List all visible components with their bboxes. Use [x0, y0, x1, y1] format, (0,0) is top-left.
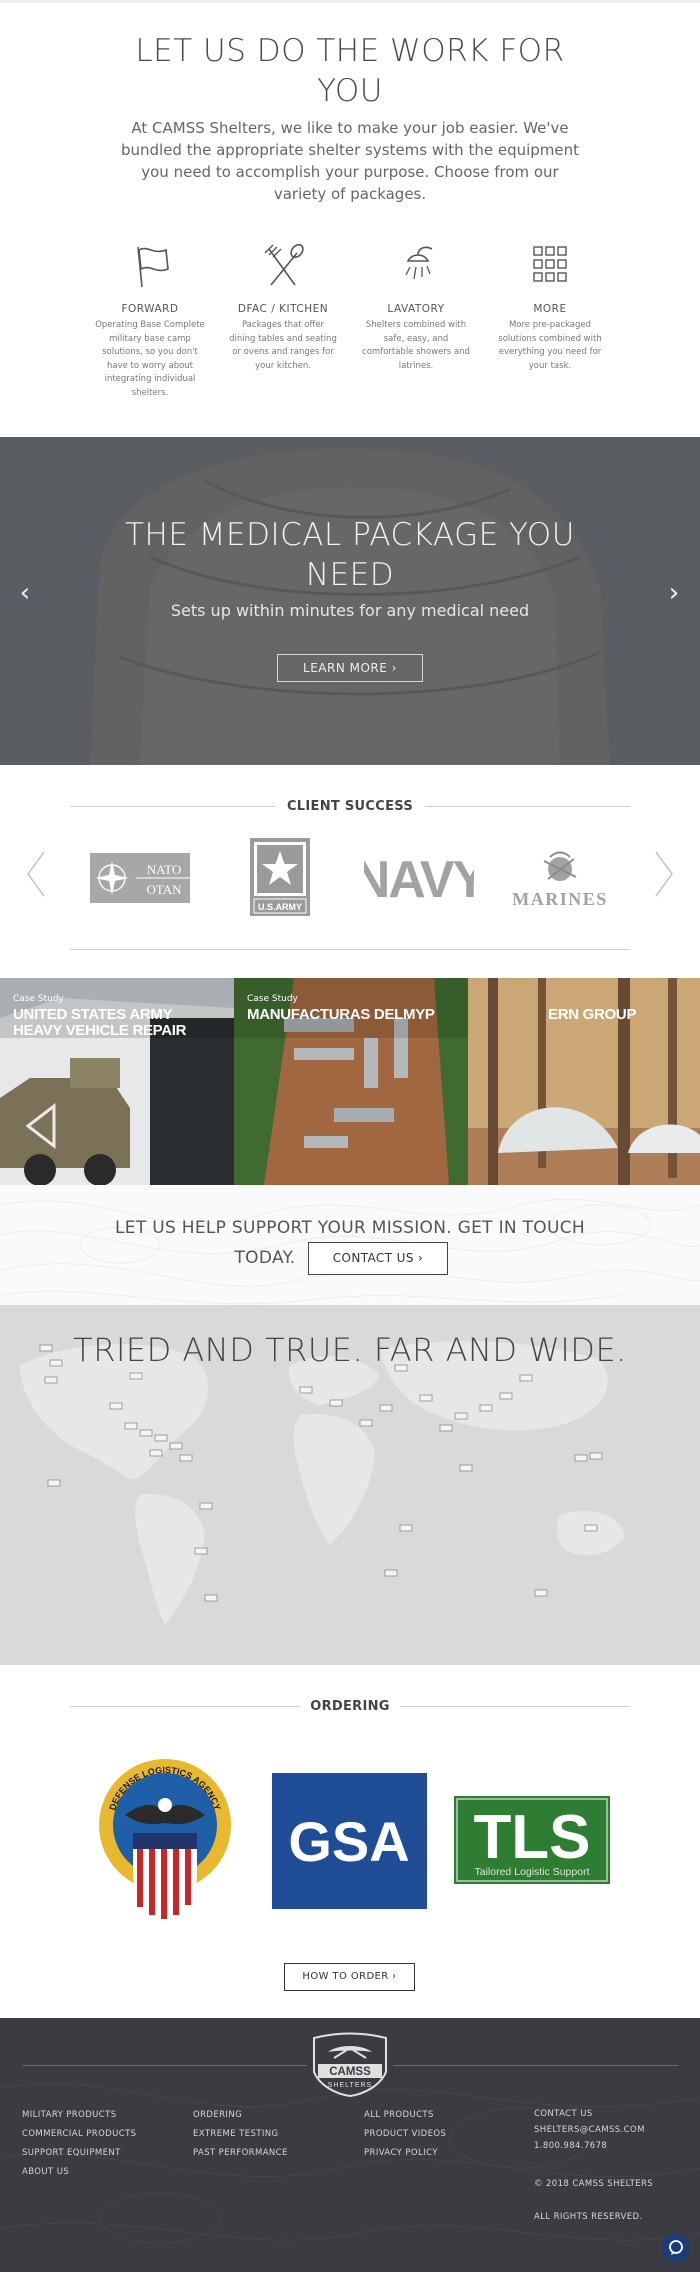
learn-more-button[interactable]: LEARN MORE ›	[277, 654, 423, 682]
slide-title: THE MEDICAL PACKAGE YOU NEED	[125, 517, 575, 593]
footer-link-all-products[interactable]: ALL PRODUCTS	[364, 2106, 446, 2125]
map-title: TRIED AND TRUE. FAR AND WIDE.	[73, 1331, 627, 1369]
tls-subtext: Tailored Logistic Support	[475, 1866, 590, 1878]
ordering-heading: ORDERING	[70, 1697, 630, 1717]
footer-contact-us-link[interactable]: CONTACT US	[534, 2109, 645, 2119]
contact-band: LET US HELP SUPPORT YOUR MISSION. GET IN…	[0, 1185, 700, 1305]
gsa-logo: GSA	[272, 1773, 427, 1909]
case-study-title: ERN GROUP	[548, 1006, 637, 1023]
navy-text: NAVY	[364, 851, 474, 905]
tls-logo: TLS Tailored Logistic Support	[454, 1796, 610, 1884]
how-to-order-button[interactable]: HOW TO ORDER ›	[284, 1963, 415, 1991]
rights-text: ALL RIGHTS RESERVED.	[534, 2212, 643, 2222]
world-map-section: TRIED AND TRUE. FAR AND WIDE.	[0, 1305, 700, 1665]
footer-nav-col-3: ALL PRODUCTS PRODUCT VIDEOS PRIVACY POLI…	[364, 2106, 446, 2163]
chat-widget-button[interactable]	[662, 2234, 690, 2262]
footer-email-link[interactable]: SHELTERS@CAMSS.COM	[534, 2125, 645, 2135]
tls-text: TLS	[473, 1803, 590, 1872]
fork-spoon-icon	[264, 243, 304, 286]
packages-description: At CAMSS Shelters, we like to make your …	[120, 119, 580, 203]
medical-package-slider: ‹ › THE MEDICAL PACKAGE YOU NEED Sets up…	[0, 437, 700, 765]
package-name: LAVATORY	[387, 303, 445, 315]
footer-phone[interactable]: 1.800.984.7678	[534, 2141, 645, 2151]
packages-title: LET US DO THE WORK FOR YOU	[135, 33, 565, 109]
nato-logo: NATO OTAN	[90, 853, 190, 903]
chevron-right-icon[interactable]	[652, 850, 676, 898]
footer-nav-col-1: MILITARY PRODUCTS COMMERCIAL PRODUCTS SU…	[22, 2106, 136, 2182]
copyright-text: © 2018 CAMSS SHELTERS	[534, 2179, 654, 2189]
otan-text: OTAN	[146, 882, 182, 897]
flag-icon	[137, 246, 169, 288]
case-study-label: Case Study	[247, 994, 298, 1004]
footer-nav-col-2: ORDERING EXTREME TESTING PAST PERFORMANC…	[193, 2106, 288, 2163]
site-footer: CAMSS SHELTERS MILITARY PRODUCTS COMMERC…	[0, 2018, 700, 2272]
package-name: FORWARD	[121, 303, 179, 315]
divider	[70, 949, 630, 950]
footer-rights: ALL RIGHTS RESERVED.	[534, 2212, 643, 2222]
contact-line-2: TODAY.	[234, 1248, 296, 1268]
package-description: Shelters combined with safe, easy, and c…	[362, 320, 470, 371]
slider-prev-button[interactable]: ‹	[15, 579, 35, 607]
army-text: U.S.ARMY	[258, 902, 302, 912]
footer-link-commercial-products[interactable]: COMMERCIAL PRODUCTS	[22, 2125, 136, 2144]
section-heading: ORDERING	[310, 1699, 390, 1714]
case-study-card-forest[interactable]: ERN GROUP	[468, 978, 700, 1185]
package-name: DFAC / KITCHEN	[237, 303, 329, 315]
us-army-logo: U.S.ARMY	[250, 838, 310, 916]
contact-us-button[interactable]: CONTACT US ›	[308, 1242, 448, 1275]
package-description: Packages that offer dining tables and se…	[229, 320, 337, 371]
nato-text: NATO	[147, 862, 181, 877]
package-lavatory[interactable]: LAVATORY Shelters combined with safe, ea…	[361, 241, 471, 373]
footer-link-extreme-testing[interactable]: EXTREME TESTING	[193, 2125, 288, 2144]
chat-bubble-icon	[669, 2240, 683, 2255]
case-studies-strip: Case Study UNITED STATES ARMY HEAVY VEHI…	[0, 978, 700, 1185]
case-study-label: Case Study	[13, 994, 64, 1004]
slide-subtitle: Sets up within minutes for any medical n…	[170, 601, 530, 620]
client-success-section: CLIENT SUCCESS NATO OTAN U.S.ARMY NAVY M…	[0, 765, 700, 978]
case-study-card-delmyp[interactable]: Case Study MANUFACTURAS DELMYP	[234, 978, 468, 1185]
navy-logo: NAVY	[364, 851, 474, 905]
packages-section: LET US DO THE WORK FOR YOU At CAMSS Shel…	[0, 0, 700, 437]
grid-icon	[533, 246, 567, 282]
case-study-card-army[interactable]: Case Study UNITED STATES ARMY HEAVY VEHI…	[0, 978, 234, 1185]
camss-logo-text: CAMSS	[329, 2066, 371, 2078]
chevron-left-icon[interactable]	[24, 850, 48, 898]
footer-link-product-videos[interactable]: PRODUCT VIDEOS	[364, 2125, 446, 2144]
marines-logo: MARINES	[512, 851, 608, 909]
footer-link-ordering[interactable]: ORDERING	[193, 2106, 288, 2125]
case-study-title: UNITED STATES ARMY HEAVY VEHICLE REPAIR	[13, 1006, 187, 1039]
footer-contact-info: CONTACT US SHELTERS@CAMSS.COM 1.800.984.…	[534, 2109, 645, 2151]
package-name: MORE	[533, 303, 567, 315]
shelters-logo-text: SHELTERS	[328, 2082, 372, 2089]
package-description: Operating Base Complete military base ca…	[95, 320, 205, 398]
footer-link-past-performance[interactable]: PAST PERFORMANCE	[193, 2144, 288, 2163]
marines-text: MARINES	[512, 889, 608, 909]
shower-icon	[405, 246, 433, 280]
package-dfac-kitchen[interactable]: DFAC / KITCHEN Packages that offer dinin…	[228, 241, 338, 373]
defense-logistics-agency-logo: DEFENSE LOGISTICS AGENCY	[99, 1759, 231, 1920]
footer-link-privacy-policy[interactable]: PRIVACY POLICY	[364, 2144, 446, 2163]
gsa-text: GSA	[288, 1810, 409, 1873]
footer-link-military-products[interactable]: MILITARY PRODUCTS	[22, 2106, 136, 2125]
footer-link-support-equipment[interactable]: SUPPORT EQUIPMENT	[22, 2144, 136, 2163]
package-forward[interactable]: FORWARD Operating Base Complete military…	[95, 241, 205, 400]
case-study-title: MANUFACTURAS DELMYP	[247, 1006, 435, 1023]
ordering-section: ORDERING DEFENSE LOGISTICS AGENCY GSA TL…	[0, 1665, 700, 2018]
section-heading: CLIENT SUCCESS	[286, 799, 414, 814]
footer-link-about-us[interactable]: ABOUT US	[22, 2163, 136, 2182]
camss-shelters-logo[interactable]: CAMSS SHELTERS	[308, 2032, 392, 2098]
footer-copyright: © 2018 CAMSS SHELTERS	[534, 2179, 653, 2189]
contact-line-1: LET US HELP SUPPORT YOUR MISSION. GET IN…	[115, 1218, 585, 1238]
package-description: More pre-packaged solutions combined wit…	[498, 320, 602, 371]
slider-next-button[interactable]: ›	[664, 579, 684, 607]
package-more[interactable]: MORE More pre-packaged solutions combine…	[495, 241, 605, 373]
client-success-heading: CLIENT SUCCESS	[70, 797, 630, 817]
